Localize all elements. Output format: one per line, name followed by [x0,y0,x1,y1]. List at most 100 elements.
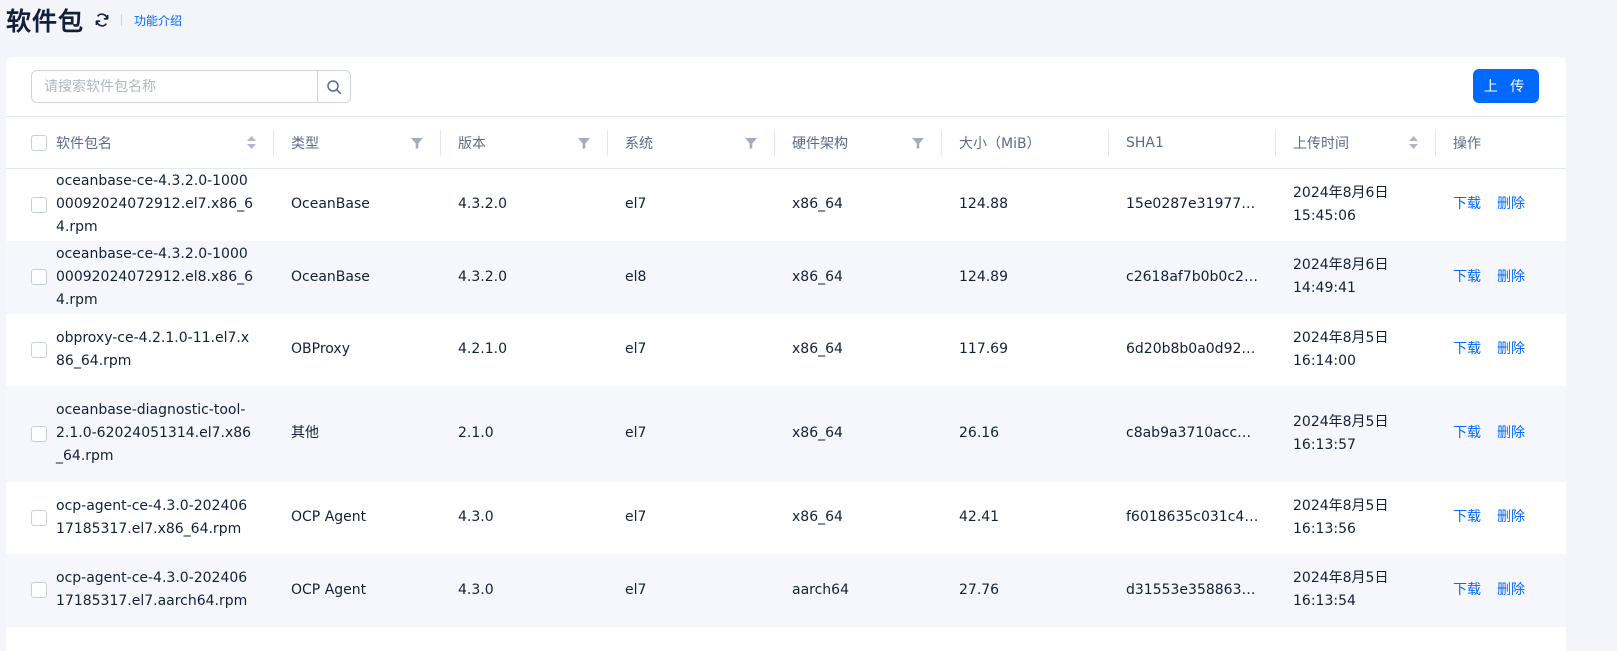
column-label-name: 软件包名 [56,135,112,152]
sort-icon[interactable] [1409,136,1418,149]
upload-clock: 16:14:00 [1293,352,1356,369]
filter-icon[interactable] [578,137,590,149]
column-header-upload-time: 上传时间 [1276,116,1436,169]
table-row: oceanbase-ce-4.3.2.0-100000092024072912.… [6,169,1566,241]
package-card: 上 传 软件包名 [6,57,1566,651]
column-header-actions: 操作 [1436,116,1566,169]
package-sha1: c8ab9a3710accbc... [1109,385,1276,482]
upload-date: 2024年8月6日 [1293,184,1389,201]
package-os: el7 [608,553,775,627]
column-label-size: 大小（MiB） [959,135,1041,152]
package-name: ocp-agent-ce-4.3.0-20240617185317.el7.x8… [56,497,248,537]
page-header: 软件包 功能介绍 [6,0,182,40]
delete-link[interactable]: 删除 [1497,582,1525,598]
column-header-size: 大小（MiB） [942,116,1109,169]
package-arch: x86_64 [792,509,843,525]
filter-icon[interactable] [912,137,924,149]
download-link[interactable]: 下载 [1453,269,1481,285]
delete-link[interactable]: 删除 [1497,196,1525,212]
row-checkbox[interactable] [31,425,47,442]
package-version: 4.2.1.0 [458,341,507,357]
row-checkbox[interactable] [31,341,47,358]
download-link[interactable]: 下载 [1453,196,1481,212]
row-checkbox[interactable] [31,196,47,213]
package-os: el7 [625,509,647,525]
package-sha1: f6018635c031c41... [1126,509,1267,525]
upload-date: 2024年8月5日 [1293,497,1389,514]
download-link[interactable]: 下载 [1453,425,1481,441]
delete-link[interactable]: 删除 [1497,269,1525,285]
package-type: OCP Agent [291,509,367,525]
upload-clock: 16:13:57 [1293,436,1356,453]
upload-clock: 15:45:06 [1293,207,1356,224]
package-size: 27.76 [942,553,1109,627]
delete-link[interactable]: 删除 [1497,509,1525,525]
package-os: el7 [625,341,647,357]
table-row: ocp-agent-ce-4.3.0-20240617185317.el7.aa… [6,553,1566,627]
row-actions: 下载 删除 [1436,553,1566,627]
upload-date: 2024年8月5日 [1293,329,1389,346]
upload-clock: 16:13:56 [1293,520,1356,537]
package-version: 4.3.0 [458,509,494,525]
row-checkbox[interactable] [31,509,47,526]
table-row: oceanbase-ce-4.3.2.0-100000092024072912.… [6,240,1566,314]
table-row: obproxy-ce-4.2.1.0-11.el7.x86_64.rpm OBP… [6,314,1566,386]
sort-icon[interactable] [247,136,256,149]
upload-date: 2024年8月6日 [1293,257,1389,273]
feature-intro-link[interactable]: 功能介绍 [134,12,182,29]
search-input[interactable] [32,71,317,102]
package-arch: x86_64 [775,385,942,482]
table-row: oceanbase-diagnostic-tool-2.1.0-62024051… [6,385,1566,482]
package-os: el8 [608,240,775,314]
column-label-sha1: SHA1 [1126,134,1164,151]
search-icon [326,79,342,95]
upload-time: 2024年8月5日 16:14:00 [1276,314,1436,386]
column-header-os: 系统 [608,116,775,169]
column-label-os: 系统 [625,135,653,152]
package-name: oceanbase-ce-4.3.2.0-100000092024072912.… [56,245,254,308]
package-sha1: d31553e3588633e... [1109,553,1276,627]
table-header-row: 软件包名 类型 版本 系统 硬件架构 大小（MiB） SHA1 上传时间 操作 [6,116,1566,169]
package-type: OceanBase [274,240,441,314]
column-label-upload-time: 上传时间 [1293,135,1349,152]
row-actions: 下载 删除 [1436,314,1566,386]
package-size: 117.69 [959,341,1008,357]
filter-icon[interactable] [745,137,757,149]
refresh-icon[interactable] [94,12,110,28]
search-box [31,70,351,103]
column-label-version: 版本 [458,135,486,152]
package-sha1: 15e0287e31977b5... [1126,196,1273,213]
delete-link[interactable]: 删除 [1497,341,1525,357]
package-version: 4.3.0 [441,553,608,627]
upload-date: 2024年8月5日 [1293,570,1389,586]
upload-time: 2024年8月5日 16:13:57 [1276,385,1436,482]
package-sha1: c2618af7b0b0c2a... [1109,240,1276,314]
row-actions: 下载 删除 [1436,169,1566,241]
row-actions: 下载 删除 [1436,385,1566,482]
upload-clock: 14:49:41 [1293,280,1356,296]
upload-button[interactable]: 上 传 [1473,69,1539,103]
package-size: 124.88 [959,196,1008,213]
package-size: 26.16 [942,385,1109,482]
upload-time: 2024年8月6日 14:49:41 [1276,240,1436,314]
delete-link[interactable]: 删除 [1497,425,1525,441]
column-header-sha1: SHA1 [1109,116,1276,169]
download-link[interactable]: 下载 [1453,341,1481,357]
select-all-checkbox[interactable] [31,134,47,151]
table-row: ocp-agent-ce-4.3.0-20240617185317.el7.x8… [6,482,1566,554]
row-checkbox[interactable] [31,269,47,285]
search-button[interactable] [317,71,350,102]
download-link[interactable]: 下载 [1453,582,1481,598]
package-arch: aarch64 [775,553,942,627]
row-checkbox[interactable] [31,582,47,598]
download-link[interactable]: 下载 [1453,509,1481,525]
column-header-name: 软件包名 [6,116,274,169]
upload-time: 2024年8月5日 16:13:56 [1276,482,1436,554]
package-type: OCP Agent [274,553,441,627]
upload-clock: 16:13:54 [1293,593,1356,609]
filter-icon[interactable] [411,137,423,149]
package-size: 42.41 [959,509,1000,525]
package-version: 4.3.2.0 [458,196,507,213]
package-arch: x86_64 [792,341,843,357]
column-label-arch: 硬件架构 [792,135,848,152]
